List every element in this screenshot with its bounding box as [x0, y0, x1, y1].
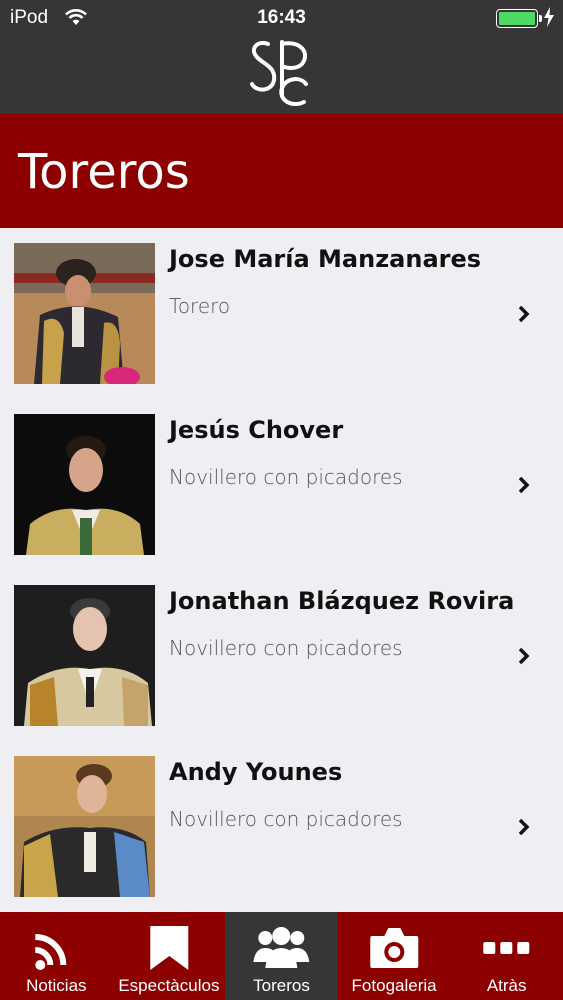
- list-item[interactable]: Jose María Manzanares Torero: [0, 228, 563, 399]
- status-bar: iPod 16:43: [0, 0, 563, 36]
- people-icon: [253, 927, 310, 968]
- tab-atras[interactable]: Atràs: [450, 912, 563, 1000]
- torero-photo: [14, 243, 155, 384]
- list-item[interactable]: Jesús Chover Novillero con picadores: [0, 399, 563, 570]
- clock: 16:43: [257, 7, 306, 28]
- title-bar: Toreros: [0, 114, 563, 228]
- torero-role: Novillero con picadores: [169, 636, 403, 660]
- torero-photo: [14, 756, 155, 897]
- torero-name: Jonathan Blázquez Rovira: [169, 587, 515, 615]
- torero-role: Novillero con picadores: [169, 465, 403, 489]
- top-bar: iPod 16:43: [0, 0, 563, 114]
- charging-bolt-icon: [544, 7, 554, 27]
- bookmark-icon: [149, 926, 188, 970]
- chevron-right-icon: [518, 818, 530, 836]
- tab-label: Noticias: [26, 976, 87, 995]
- tab-fotogaleria[interactable]: Fotogaleria: [338, 912, 451, 1000]
- more-dots-icon: [483, 942, 530, 954]
- chevron-right-icon: [518, 305, 530, 323]
- tab-noticias[interactable]: Noticias: [0, 912, 113, 1000]
- spc-logo-icon: [250, 40, 308, 107]
- torero-role: Novillero con picadores: [169, 807, 403, 831]
- chevron-right-icon: [518, 476, 530, 494]
- tab-bar: Noticias Espectàculos Toreros Fotogaleri…: [0, 912, 563, 1000]
- list-item[interactable]: Jonathan Blázquez Rovira Novillero con p…: [0, 570, 563, 741]
- tab-label: Toreros: [253, 976, 310, 995]
- torero-name: Jesús Chover: [169, 416, 344, 444]
- torero-name: Jose María Manzanares: [169, 245, 482, 273]
- torero-photo: [14, 585, 155, 726]
- page-title: Toreros: [18, 144, 190, 200]
- tab-toreros[interactable]: Toreros: [225, 912, 338, 1000]
- torero-name: Andy Younes: [169, 758, 343, 786]
- battery-icon: [496, 9, 542, 28]
- chevron-right-icon: [518, 647, 530, 665]
- torero-photo: [14, 414, 155, 555]
- rss-icon: [35, 934, 67, 970]
- torero-role: Torero: [169, 294, 231, 318]
- tab-label: Atràs: [486, 976, 527, 995]
- tab-label: Espectàculos: [118, 976, 220, 995]
- list-item[interactable]: Andy Younes Novillero con picadores: [0, 741, 563, 912]
- tab-label: Fotogaleria: [351, 976, 437, 995]
- camera-icon: [370, 928, 419, 968]
- tab-espectaculos[interactable]: Espectàculos: [113, 912, 226, 1000]
